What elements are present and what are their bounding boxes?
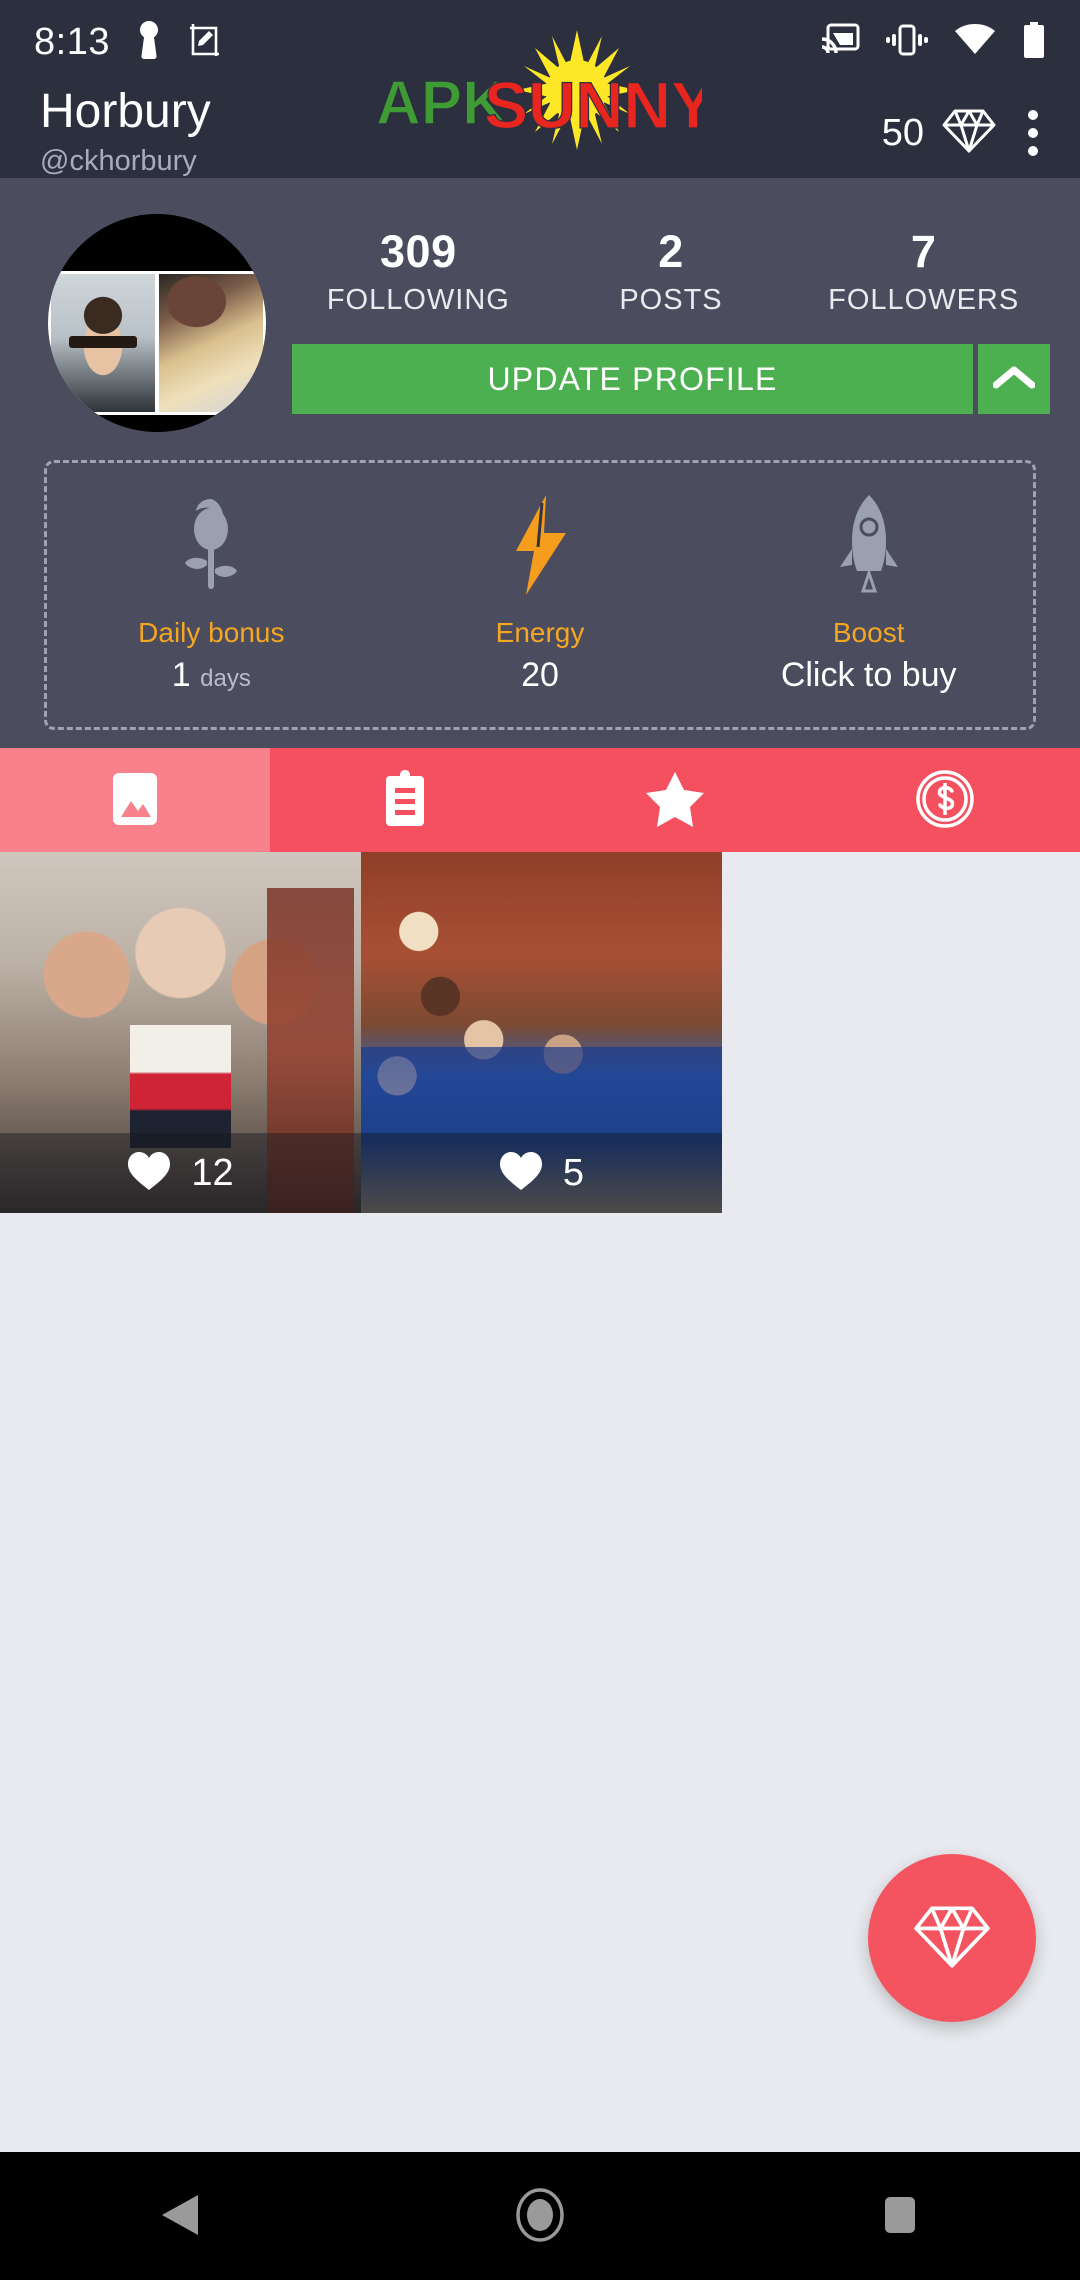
bonus-energy-value: 20 (521, 656, 559, 694)
bonus-daily-unit: days (200, 665, 251, 692)
app-screen: 8:13 APK SUNNY Horbury @ckhorbury 50 309… (0, 0, 1080, 2280)
status-bar-clock: 8:13 (34, 20, 110, 63)
status-bar: 8:13 (0, 0, 1080, 84)
coin-dollar-icon (916, 769, 974, 831)
bonus-daily-number: 1 (171, 656, 191, 694)
stat-followers[interactable]: 7 FOLLOWERS (797, 226, 1050, 322)
profile-top: 309 FOLLOWING 2 POSTS 7 FOLLOWERS UPDATE… (0, 178, 1080, 432)
nav-home[interactable] (450, 2152, 630, 2280)
bonus-daily-label: Daily bonus (138, 617, 285, 648)
back-triangle-icon (158, 2191, 202, 2242)
heart-icon (499, 1151, 543, 1196)
chevron-up-icon (992, 365, 1036, 394)
tab-tasks[interactable] (270, 748, 540, 852)
stat-following-label: FOLLOWING (326, 284, 510, 316)
more-vertical-icon[interactable] (1014, 104, 1052, 162)
stat-posts[interactable]: 2 POSTS (545, 226, 798, 322)
photo-like-count: 5 (562, 1151, 585, 1194)
app-bar-titles: Horbury @ckhorbury (40, 84, 211, 180)
page-title: Horbury (40, 85, 211, 138)
recents-square-icon (881, 2193, 919, 2240)
profile-section: 309 FOLLOWING 2 POSTS 7 FOLLOWERS UPDATE… (0, 178, 1080, 748)
home-circle-icon (514, 2187, 566, 2246)
avatar-photo-left (51, 273, 155, 412)
status-bar-right (820, 21, 1046, 63)
bonus-energy-label: Energy (495, 617, 585, 648)
profile-stats-column: 309 FOLLOWING 2 POSTS 7 FOLLOWERS UPDATE… (266, 214, 1050, 414)
diamond-icon[interactable] (942, 108, 996, 159)
bonus-item-boost[interactable]: Boost Click to buy (704, 489, 1033, 701)
bonus-item-daily[interactable]: Daily bonus 1 days (47, 489, 376, 701)
stat-followers-label: FOLLOWERS (828, 284, 1020, 316)
bonus-item-energy[interactable]: Energy 20 (376, 489, 705, 701)
avatar-photo-right (159, 273, 263, 412)
photo-like-bar: 12 (0, 1133, 361, 1213)
bonus-daily-value: 1 days (172, 653, 251, 701)
nav-back[interactable] (90, 2152, 270, 2280)
star-icon (646, 771, 704, 830)
system-nav-bar (0, 2152, 1080, 2280)
wifi-icon (954, 23, 996, 61)
vibrate-icon (886, 24, 928, 61)
rocket-icon (836, 489, 902, 601)
photo-cell[interactable]: 12 (0, 852, 361, 1213)
photo-cell[interactable]: 5 (361, 852, 722, 1213)
expand-button[interactable] (978, 344, 1050, 414)
buy-gems-fab[interactable] (868, 1854, 1036, 2022)
tab-earnings[interactable] (810, 748, 1080, 852)
tab-photos[interactable] (0, 748, 270, 852)
stat-posts-value: 2 (658, 226, 684, 277)
app-bar-actions: 50 (882, 84, 1052, 162)
avatar-collage (48, 270, 266, 415)
user-handle: @ckhorbury (40, 145, 197, 177)
stat-followers-value: 7 (910, 226, 937, 277)
clipboard-icon (382, 769, 428, 831)
profile-stats: 309 FOLLOWING 2 POSTS 7 FOLLOWERS (292, 214, 1050, 322)
tab-favorites[interactable] (540, 748, 810, 852)
cast-icon (820, 23, 860, 62)
gem-count: 50 (881, 111, 924, 154)
diamond-icon (913, 1904, 991, 1973)
rose-icon (173, 489, 249, 601)
bonus-boost-value: Click to buy (780, 656, 957, 694)
profile-actions: UPDATE PROFILE (292, 322, 1050, 414)
update-profile-button[interactable]: UPDATE PROFILE (292, 344, 973, 414)
heart-icon (127, 1151, 171, 1196)
stat-following[interactable]: 309 FOLLOWING (292, 226, 545, 322)
battery-icon (1022, 21, 1046, 63)
stat-following-value: 309 (380, 226, 457, 277)
app-bar: Horbury @ckhorbury 50 (0, 84, 1080, 178)
status-bar-left: 8:13 (34, 20, 222, 65)
bonus-panel: Daily bonus 1 days Energy 20 Boost Click… (44, 460, 1036, 730)
photo-like-bar: 5 (361, 1133, 722, 1213)
lightning-icon (504, 489, 576, 601)
photo-grid: 12 5 (0, 852, 1080, 1213)
stat-posts-label: POSTS (619, 284, 723, 316)
avatar[interactable] (48, 214, 266, 432)
photo-like-count: 12 (191, 1151, 234, 1194)
photo-icon (109, 771, 161, 830)
content-tab-bar (0, 748, 1080, 852)
nav-recents[interactable] (810, 2152, 990, 2280)
key-icon (136, 20, 162, 65)
edit-crop-icon (188, 22, 222, 63)
bonus-boost-label: Boost (832, 617, 905, 648)
